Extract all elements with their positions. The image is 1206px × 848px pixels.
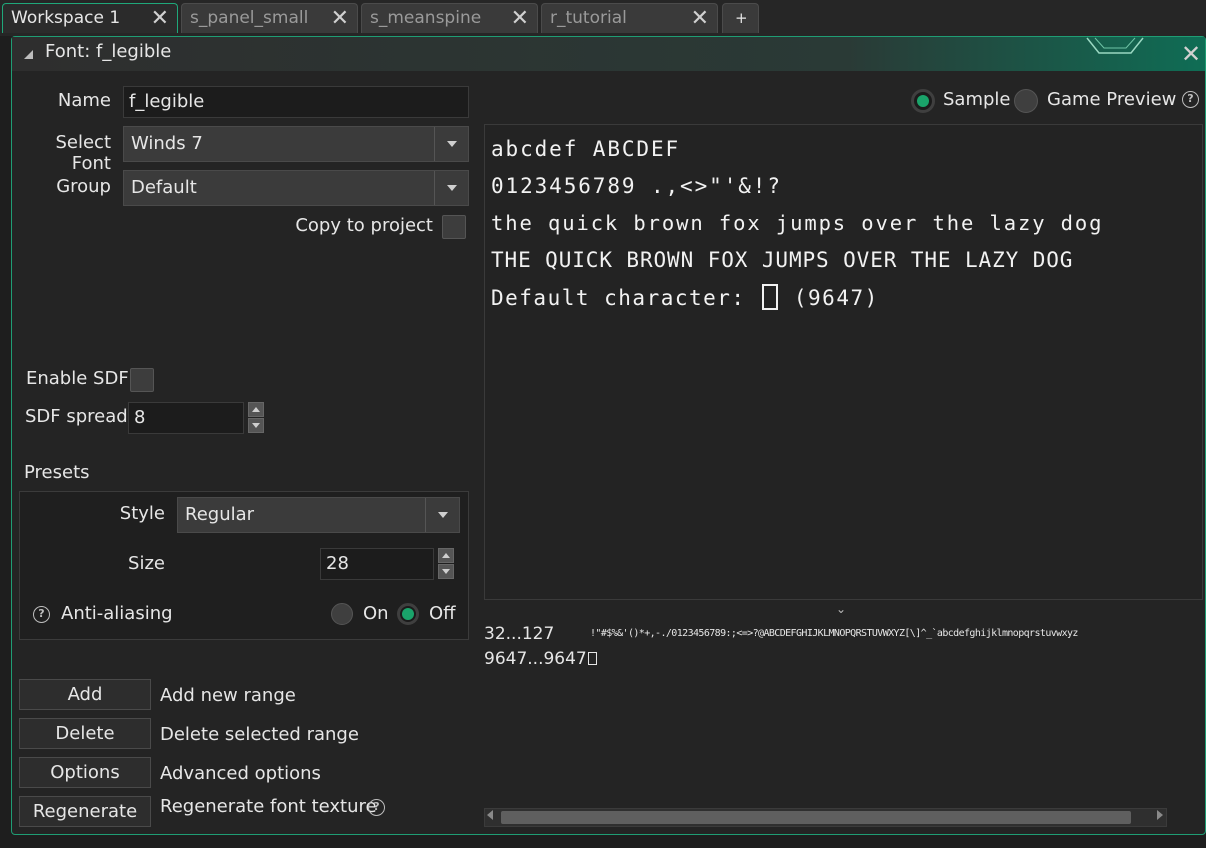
splitter-chevron-down-icon[interactable]: ⌄ — [836, 602, 846, 616]
tab-label: r_tutorial — [550, 8, 627, 28]
increment-button[interactable] — [438, 548, 454, 563]
group-value: Default — [131, 177, 197, 198]
anti-aliasing-off-radio[interactable] — [397, 603, 419, 625]
options-desc: Advanced options — [160, 763, 321, 784]
sdf-spread-label: SDF spread — [25, 406, 128, 427]
dropdown-button[interactable] — [434, 127, 468, 161]
arrow-down-icon — [252, 423, 260, 428]
anti-aliasing-label: Anti-aliasing — [61, 603, 173, 624]
anti-aliasing-off-label: Off — [429, 603, 456, 624]
arrow-up-icon — [442, 553, 450, 558]
size-label: Size — [128, 553, 165, 574]
increment-button[interactable] — [248, 402, 264, 417]
scroll-right-icon[interactable] — [1157, 810, 1163, 820]
select-font-label: Select Font — [55, 132, 111, 174]
plus-icon: + — [735, 9, 748, 27]
help-icon[interactable]: ? — [1182, 91, 1199, 108]
tab-label: Workspace 1 — [11, 8, 121, 28]
close-icon[interactable]: ✕ — [151, 6, 169, 31]
decrement-button[interactable] — [248, 418, 264, 433]
range-characters: !"#$%&'()*+,-./0123456789:;<=>?@ABCDEFGH… — [590, 628, 1078, 639]
close-icon[interactable]: ✕ — [691, 6, 709, 31]
window-close-icon[interactable]: ✕ — [1181, 40, 1201, 68]
scroll-left-icon[interactable] — [487, 810, 493, 820]
sample-line: abcdef ABCDEF — [491, 137, 681, 161]
select-font-dropdown[interactable]: Winds 7 — [123, 126, 469, 162]
close-icon[interactable]: ✕ — [511, 6, 529, 31]
dropdown-button[interactable] — [434, 171, 468, 205]
game-preview-label: Game Preview — [1047, 89, 1177, 110]
size-stepper[interactable] — [437, 548, 455, 580]
options-button[interactable]: Options — [19, 757, 151, 788]
delete-range-desc: Delete selected range — [160, 724, 359, 745]
add-range-button[interactable]: Add — [19, 679, 151, 710]
default-character-code: (9647) — [793, 286, 879, 310]
sample-radio[interactable] — [911, 89, 935, 113]
tab-label: s_panel_small — [190, 8, 309, 28]
enable-sdf-checkbox[interactable] — [130, 368, 154, 392]
regenerate-button[interactable]: Regenerate — [19, 796, 151, 827]
size-input[interactable]: 28 — [320, 548, 434, 580]
tab-label: s_meanspine — [370, 8, 482, 28]
sample-line: the quick brown fox jumps over the lazy … — [491, 211, 1104, 235]
select-font-value: Winds 7 — [131, 133, 203, 154]
chevron-down-icon — [446, 141, 457, 147]
tab-s-meanspine[interactable]: s_meanspine ✕ — [361, 3, 538, 33]
title-notch-icon — [1086, 37, 1144, 54]
range-label[interactable]: 32...127 — [484, 624, 554, 644]
sample-line: THE QUICK BROWN FOX JUMPS OVER THE LAZY … — [491, 248, 1074, 272]
help-icon[interactable]: ? — [33, 606, 50, 623]
regenerate-desc: Regenerate font texture — [160, 796, 377, 817]
name-input[interactable]: f_legible — [123, 86, 469, 118]
style-dropdown[interactable]: Regular — [177, 497, 460, 533]
tab-s-panel-small[interactable]: s_panel_small ✕ — [181, 3, 358, 33]
default-character-line: Default character: (9647) — [491, 284, 879, 310]
add-range-desc: Add new range — [160, 685, 296, 706]
scrollbar-thumb[interactable] — [501, 811, 1131, 824]
delete-range-button[interactable]: Delete — [19, 718, 151, 749]
enable-sdf-label: Enable SDF — [26, 368, 129, 389]
copy-to-project-label: Copy to project — [295, 215, 433, 236]
collapse-grip-icon[interactable] — [24, 50, 33, 59]
anti-aliasing-on-radio[interactable] — [331, 603, 353, 625]
style-label: Style — [119, 503, 165, 524]
chevron-down-icon — [437, 512, 448, 518]
range-label[interactable]: 9647...9647 — [484, 649, 587, 669]
close-icon[interactable]: ✕ — [331, 6, 349, 31]
anti-aliasing-on-label: On — [363, 603, 389, 624]
sdf-spread-stepper[interactable] — [247, 402, 265, 434]
presets-heading: Presets — [24, 462, 90, 483]
sample-line: 0123456789 .,<>"'&!? — [491, 174, 782, 198]
tab-r-tutorial[interactable]: r_tutorial ✕ — [541, 3, 718, 33]
help-icon[interactable]: ? — [368, 799, 385, 816]
default-character-glyph — [761, 284, 778, 310]
group-dropdown[interactable]: Default — [123, 170, 469, 206]
group-label: Group — [56, 176, 111, 197]
window-title: Font: f_legible — [45, 41, 172, 62]
window-titlebar[interactable] — [12, 37, 1205, 71]
default-character-prefix: Default character: — [491, 286, 746, 310]
arrow-down-icon — [442, 569, 450, 574]
range-character-glyph — [588, 652, 597, 665]
add-tab-button[interactable]: + — [722, 3, 759, 33]
tab-workspace-1[interactable]: Workspace 1 ✕ — [2, 3, 178, 33]
style-value: Regular — [185, 504, 255, 525]
name-label: Name — [57, 90, 111, 111]
arrow-up-icon — [252, 407, 260, 412]
sdf-spread-input[interactable]: 8 — [128, 402, 244, 434]
decrement-button[interactable] — [438, 564, 454, 579]
sample-label: Sample — [943, 89, 1011, 110]
font-preview-panel: abcdef ABCDEF 0123456789 .,<>"'&!? the q… — [484, 124, 1203, 600]
chevron-down-icon — [446, 185, 457, 191]
copy-to-project-checkbox[interactable] — [442, 215, 466, 239]
dropdown-button[interactable] — [425, 498, 459, 532]
game-preview-radio[interactable] — [1014, 89, 1038, 113]
